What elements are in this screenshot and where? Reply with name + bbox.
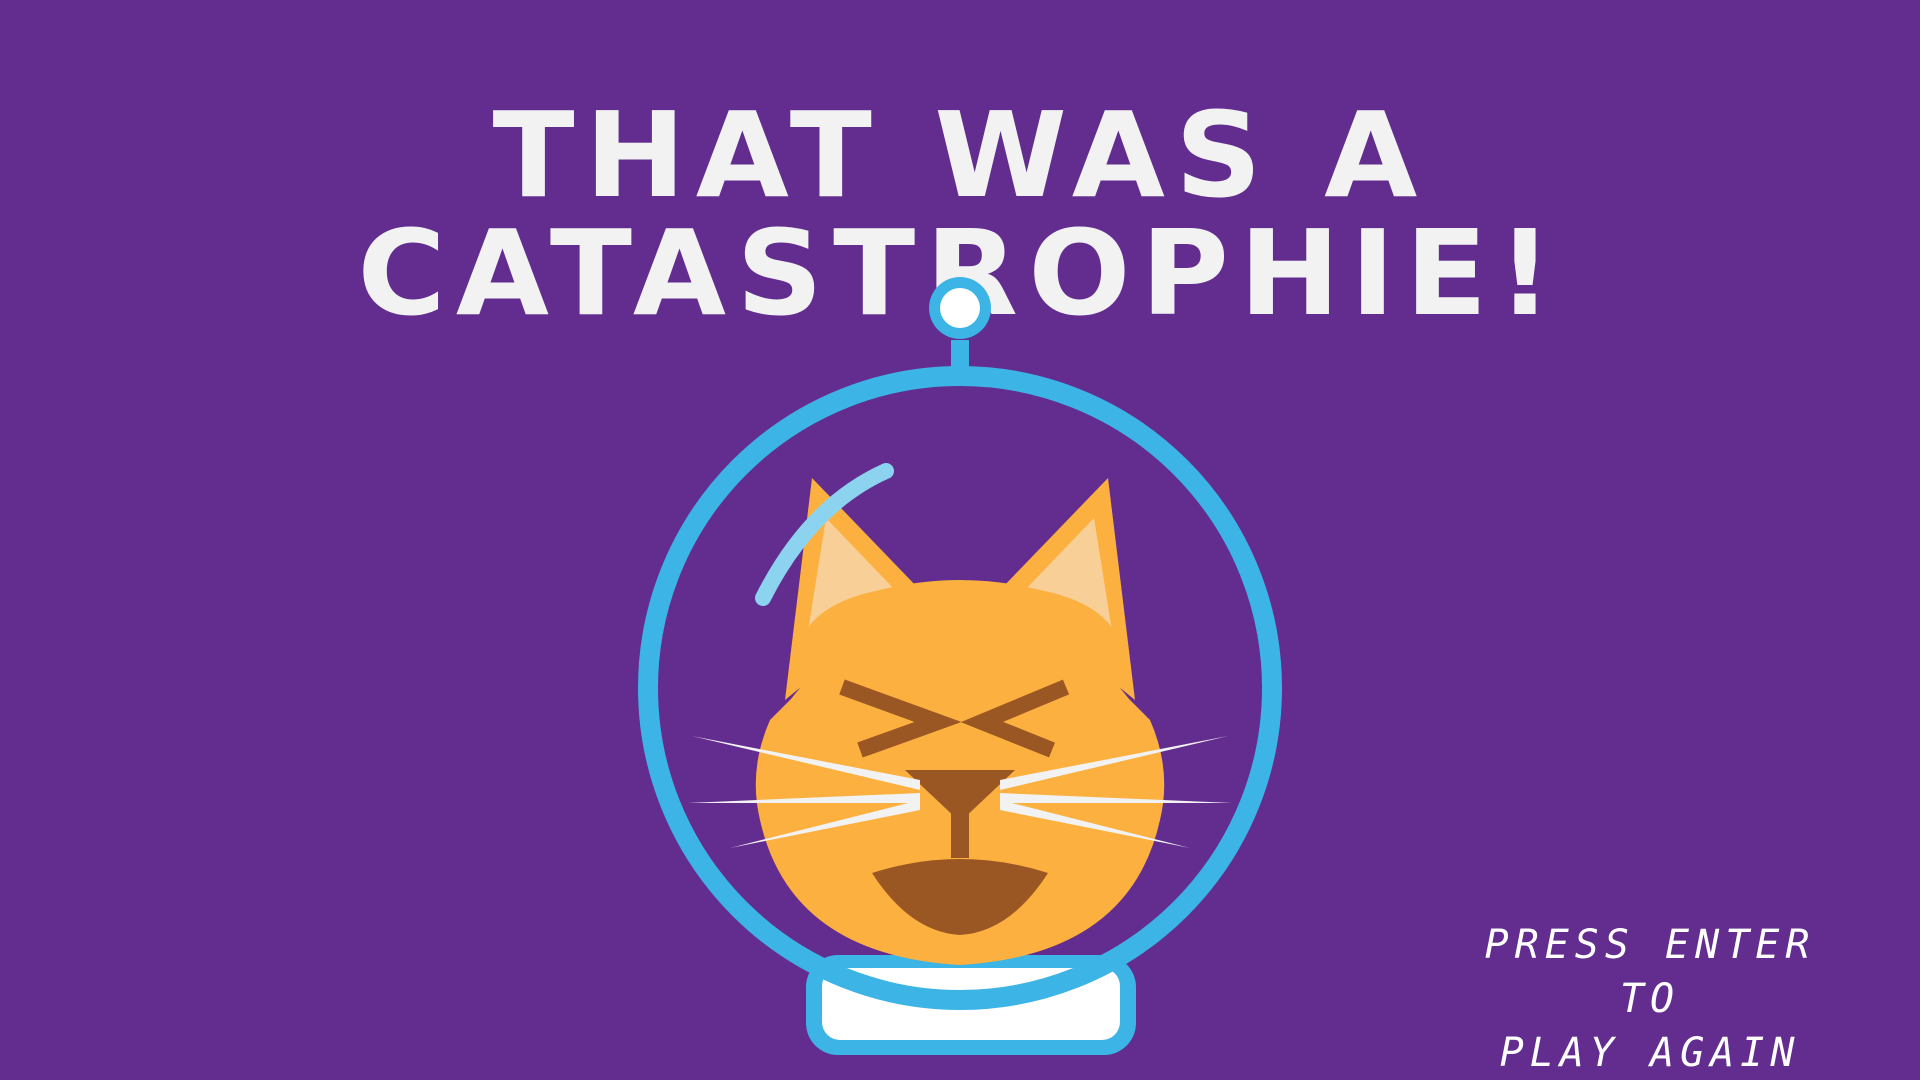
play-again-prompt: PRESS ENTER TO PLAY AGAIN xyxy=(1440,918,1860,1080)
prompt-line-1: PRESS ENTER TO xyxy=(1484,922,1816,1022)
prompt-line-2: PLAY AGAIN xyxy=(1499,1030,1801,1076)
cat-head xyxy=(688,478,1232,965)
